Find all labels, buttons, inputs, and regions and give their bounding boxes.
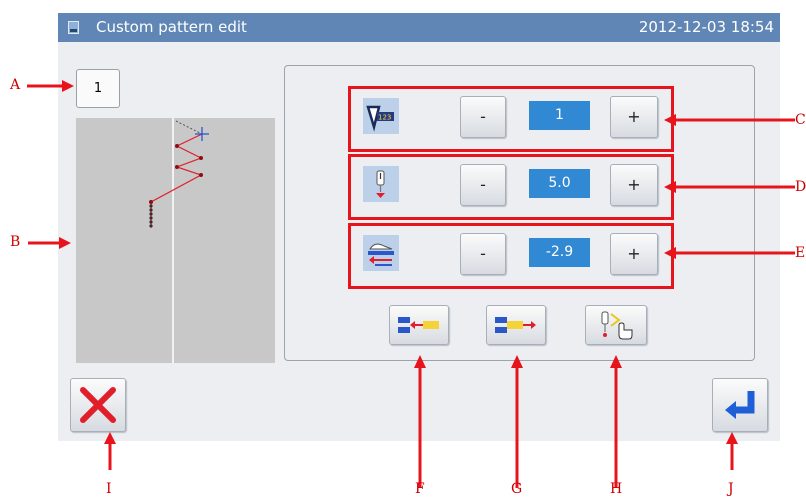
callout-a: A — [10, 77, 21, 93]
callout-arrows — [27, 80, 795, 488]
callout-c: C — [795, 112, 806, 128]
callout-f: F — [415, 481, 425, 497]
callout-d: D — [795, 179, 806, 195]
callout-i: I — [106, 481, 112, 497]
callout-g: G — [511, 481, 523, 497]
callout-h: H — [610, 481, 623, 497]
callout-j: J — [728, 481, 734, 497]
callout-b: B — [10, 234, 21, 250]
callout-e: E — [795, 245, 806, 261]
